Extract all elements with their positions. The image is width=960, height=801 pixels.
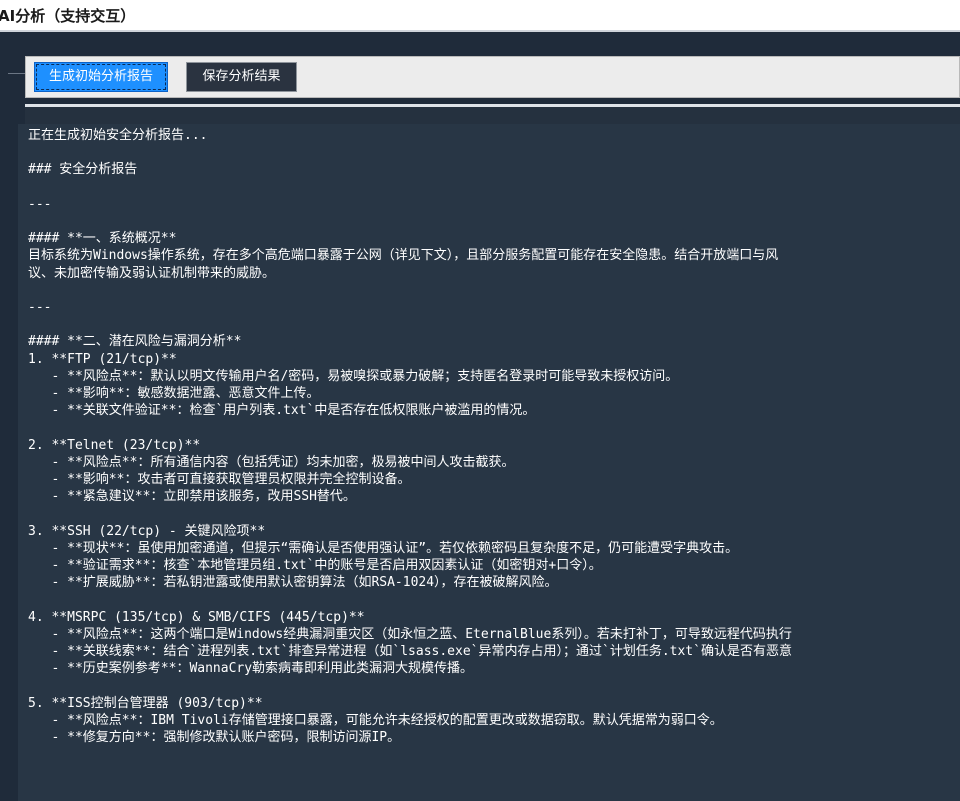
output-line: #### **一、系统概况** xyxy=(28,231,177,247)
output-header-strip xyxy=(25,107,960,124)
output-line: 3. **SSH (22/tcp) - 关键风险项** xyxy=(28,523,266,539)
output-line: - **历史案例参考**：WannaCry勒索病毒即利用此类漏洞大规模传播。 xyxy=(28,661,474,677)
output-line: 1. **FTP (21/tcp)** xyxy=(28,351,177,367)
output-line: - **修复方向**：强制修改默认账户密码，限制访问源IP。 xyxy=(28,730,401,746)
output-line: - **风险点**：所有通信内容（包括凭证）均未加密，极易被中间人攻击截获。 xyxy=(28,454,515,470)
output-line: 目标系统为Windows操作系统，存在多个高危端口暴露于公网（详见下文），且部分… xyxy=(28,248,779,264)
output-line: 5. **ISS控制台管理器 (903/tcp)** xyxy=(28,695,263,711)
output-line: ### 安全分析报告 xyxy=(28,162,138,178)
output-line: - **关联线索**：结合`进程列表.txt`排查异常进程（如`lsass.ex… xyxy=(28,644,792,660)
output-line: #### **二、潜在风险与漏洞分析** xyxy=(28,334,242,350)
output-line: - **关联文件验证**：检查`用户列表.txt`中是否存在低权限账户被滥用的情… xyxy=(28,403,536,419)
window-titlebar: AI分析（支持交互） xyxy=(0,0,960,32)
analysis-output-text: 正在生成初始安全分析报告... ### 安全分析报告 --- #### **一、… xyxy=(18,124,960,746)
generate-report-button[interactable]: 生成初始分析报告 xyxy=(34,62,168,92)
window-title: AI分析（支持交互） xyxy=(0,7,136,25)
output-line: - **影响**：攻击者可直接获取管理员权限并完全控制设备。 xyxy=(28,472,411,488)
output-line: 正在生成初始安全分析报告... xyxy=(28,128,208,143)
output-line: - **扩展威胁**：若私钥泄露或使用默认密钥算法（如RSA-1024），存在被… xyxy=(28,575,558,591)
output-line: - **风险点**：这两个端口是Windows经典漏洞重灾区（如永恒之蓝、Ete… xyxy=(28,626,792,642)
output-line: - **现状**：虽使用加密通道，但提示“需确认是否使用强认证”。若仅依赖密码且… xyxy=(28,540,739,556)
output-line: - **风险点**：IBM Tivoli存储管理接口暴露，可能允许未经授权的配置… xyxy=(28,712,723,728)
output-line: --- xyxy=(28,300,52,316)
output-line: - **紧急建议**：立即禁用该服务，改用SSH替代。 xyxy=(28,489,356,505)
output-line: - **影响**：敏感数据泄露、恶意文件上传。 xyxy=(28,386,320,402)
toolbar: 生成初始分析报告 保存分析结果 xyxy=(25,56,960,98)
output-line: --- xyxy=(28,196,52,212)
output-line: - **验证需求**：核查`本地管理员组.txt`中的账号是否启用双因素认证（如… xyxy=(28,558,602,574)
output-line: - **风险点**：默认以明文传输用户名/密码，易被嗅探或暴力破解；支持匿名登录… xyxy=(28,368,679,384)
analysis-output-textarea[interactable]: 正在生成初始安全分析报告... ### 安全分析报告 --- #### **一、… xyxy=(18,124,960,801)
output-line: 2. **Telnet (23/tcp)** xyxy=(28,437,201,453)
save-results-button[interactable]: 保存分析结果 xyxy=(186,62,297,92)
output-line: 议、未加密传输及弱认证机制带来的威胁。 xyxy=(28,265,276,281)
output-line: 4. **MSRPC (135/tcp) & SMB/CIFS (445/tcp… xyxy=(28,609,365,625)
